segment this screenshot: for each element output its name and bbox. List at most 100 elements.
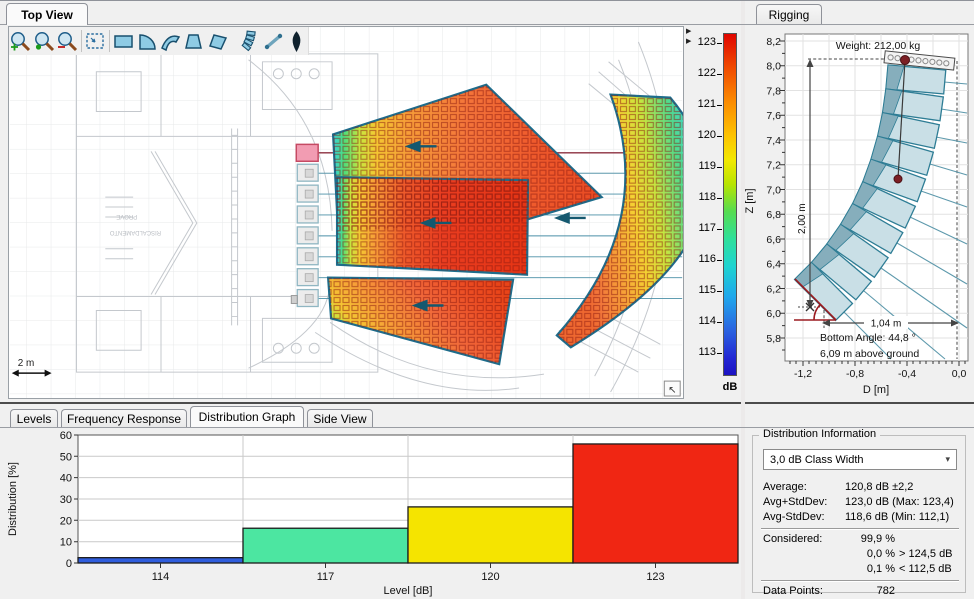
rigging-x-tick-labels: -1,2 -0,8 -0,4 0,0 [794,368,966,380]
svg-text:-0,8: -0,8 [846,368,864,380]
array-source-icon[interactable] [238,28,261,54]
bar-class-120 [408,507,573,563]
spl-colorbar [723,33,737,376]
svg-text:114: 114 [152,571,170,583]
room-label-prove: PROVE [116,213,137,219]
info-row-average: Average: 120,8 dB ±2,2 [763,480,959,495]
zoom-in-icon[interactable] [9,28,32,54]
draw-quarter-circle-icon[interactable] [136,28,159,54]
zoom-out-icon[interactable] [56,28,79,54]
rigging-panel: 2,00 m 1,04 m Weight: 212,00 kg Bottom A… [745,24,974,403]
zoom-reset-icon[interactable] [32,28,55,54]
rigging-y-tick-labels: 8,28,0 7,87,6 7,47,2 7,06,8 6,66,4 6,26,… [766,36,781,345]
venue-plan-viewport[interactable]: PROVE RISCALDAMENTO [8,26,684,399]
svg-text:123: 123 [646,571,664,583]
rigging-x-axis-label: D [m] [863,384,889,396]
distribution-information-group: Distribution Information 3,0 dB Class Wi… [752,435,966,593]
zoom-window-icon[interactable] [84,28,107,54]
draw-arc-icon[interactable] [159,28,182,54]
svg-text:30: 30 [60,494,72,506]
draw-trapezoid-icon[interactable] [182,28,205,54]
chart-x-axis-label: Level [dB] [384,585,433,597]
info-row-data-points: Data Points: 782 [763,584,959,599]
bottom-angle-label: Bottom Angle: 44,8 ° [820,332,916,344]
group-title: Distribution Information [759,428,880,440]
svg-text:40: 40 [60,473,72,485]
svg-text:-0,4: -0,4 [898,368,916,380]
info-row-avg-minus: Avg-StdDev: 118,6 dB (Min: 112,1) [763,510,959,525]
rigging-y-axis-label: Z [m] [745,188,756,213]
colorbar-tick: 117 [690,222,716,234]
tab-frequency-response[interactable]: Frequency Response [61,409,187,427]
svg-text:-1,2: -1,2 [794,368,812,380]
tab-side-view[interactable]: Side View [307,409,373,427]
colorbar-gutter: ▶ ▶ 123 122 121 120 119 118 117 116 115 … [684,26,741,399]
chart-y-axis-label: Distribution [%] [7,462,19,536]
svg-text:0: 0 [66,558,72,570]
colorbar-tick: 116 [690,253,716,265]
scale-label: 2 m [18,358,35,369]
tab-top-view-label: Top View [21,8,73,22]
svg-text:10: 10 [60,537,72,549]
svg-text:7,0: 7,0 [766,185,781,197]
tab-levels[interactable]: Levels [10,409,58,427]
chart-y-tick-labels: 0 10 20 30 40 50 60 [60,430,72,570]
svg-text:6,0: 6,0 [766,308,781,320]
svg-text:20: 20 [60,515,72,527]
center-of-gravity [894,175,902,183]
horizontal-splitter[interactable] [0,402,974,404]
bar-class-123 [573,444,738,563]
draw-polygon-icon[interactable] [206,28,229,54]
source-box-selected[interactable] [296,144,318,161]
info-row-avg-plus: Avg+StdDev: 123,0 dB (Max: 123,4) [763,495,959,510]
tab-top-view[interactable]: Top View [6,3,88,25]
depth-dim-label: 1,04 m [871,319,902,330]
plan-toolbar [9,27,309,55]
svg-text:8,0: 8,0 [766,61,781,73]
svg-text:6,2: 6,2 [766,284,781,296]
pick-point[interactable] [901,56,910,65]
height-dim-label: 2,00 m [797,203,808,234]
colorbar-tick: 120 [690,129,716,141]
bar-class-114 [78,558,243,563]
colorbar-tick: 122 [690,67,716,79]
svg-text:7,8: 7,8 [766,86,781,98]
distribution-chart: 010 2030 4050 60 114117 120123 Distribut… [2,429,744,597]
room-label-riscaldamento: RISCALDAMENTO [109,229,161,235]
svg-text:7,2: 7,2 [766,160,781,172]
tab-distribution-graph[interactable]: Distribution Graph [190,406,304,427]
colorbar-tick: 114 [690,315,716,327]
vertical-splitter[interactable] [741,1,745,599]
colorbar-tick: 118 [690,191,716,203]
svg-text:6,8: 6,8 [766,209,781,221]
colorbar-tick: 113 [690,346,716,358]
class-width-select[interactable]: 3,0 dB Class Width ▾ [763,449,957,470]
svg-text:60: 60 [60,430,72,442]
info-row-above: 0,0 % > 124,5 dB [763,547,959,562]
colorbar-tick: 119 [690,160,716,172]
svg-text:0,0: 0,0 [952,368,967,380]
class-width-value: 3,0 dB Class Width [770,454,864,466]
chart-x-tick-labels: 114117 120123 [152,571,665,583]
rigging-diagram[interactable]: 2,00 m 1,04 m Weight: 212,00 kg Bottom A… [745,24,974,403]
svg-text:6,6: 6,6 [766,234,781,246]
strut-icon[interactable] [261,28,284,54]
svg-text:5,8: 5,8 [766,333,781,345]
weight-label: Weight: 212,00 kg [836,40,921,52]
svg-text:8,2: 8,2 [766,36,781,48]
restore-view-button[interactable]: ↖ [664,381,680,396]
top-view-panel: PROVE RISCALDAMENTO [0,24,741,403]
tab-rigging[interactable]: Rigging [756,4,822,24]
draw-rectangle-icon[interactable] [112,28,135,54]
svg-text:50: 50 [60,451,72,463]
above-ground-label: 6,09 m above ground [820,348,919,360]
colorbar-tick: 123 [690,36,716,48]
point-source-icon[interactable] [285,28,308,54]
colorbar-tick: 115 [690,284,716,296]
tab-rigging-label: Rigging [769,8,810,22]
info-row-considered: Considered: 99,9 % [763,532,959,547]
info-row-below: 0,1 % < 112,5 dB [763,562,959,577]
colorbar-marker[interactable]: ▶ [686,27,691,35]
svg-text:120: 120 [481,571,499,583]
colorbar-tick: 121 [690,98,716,110]
